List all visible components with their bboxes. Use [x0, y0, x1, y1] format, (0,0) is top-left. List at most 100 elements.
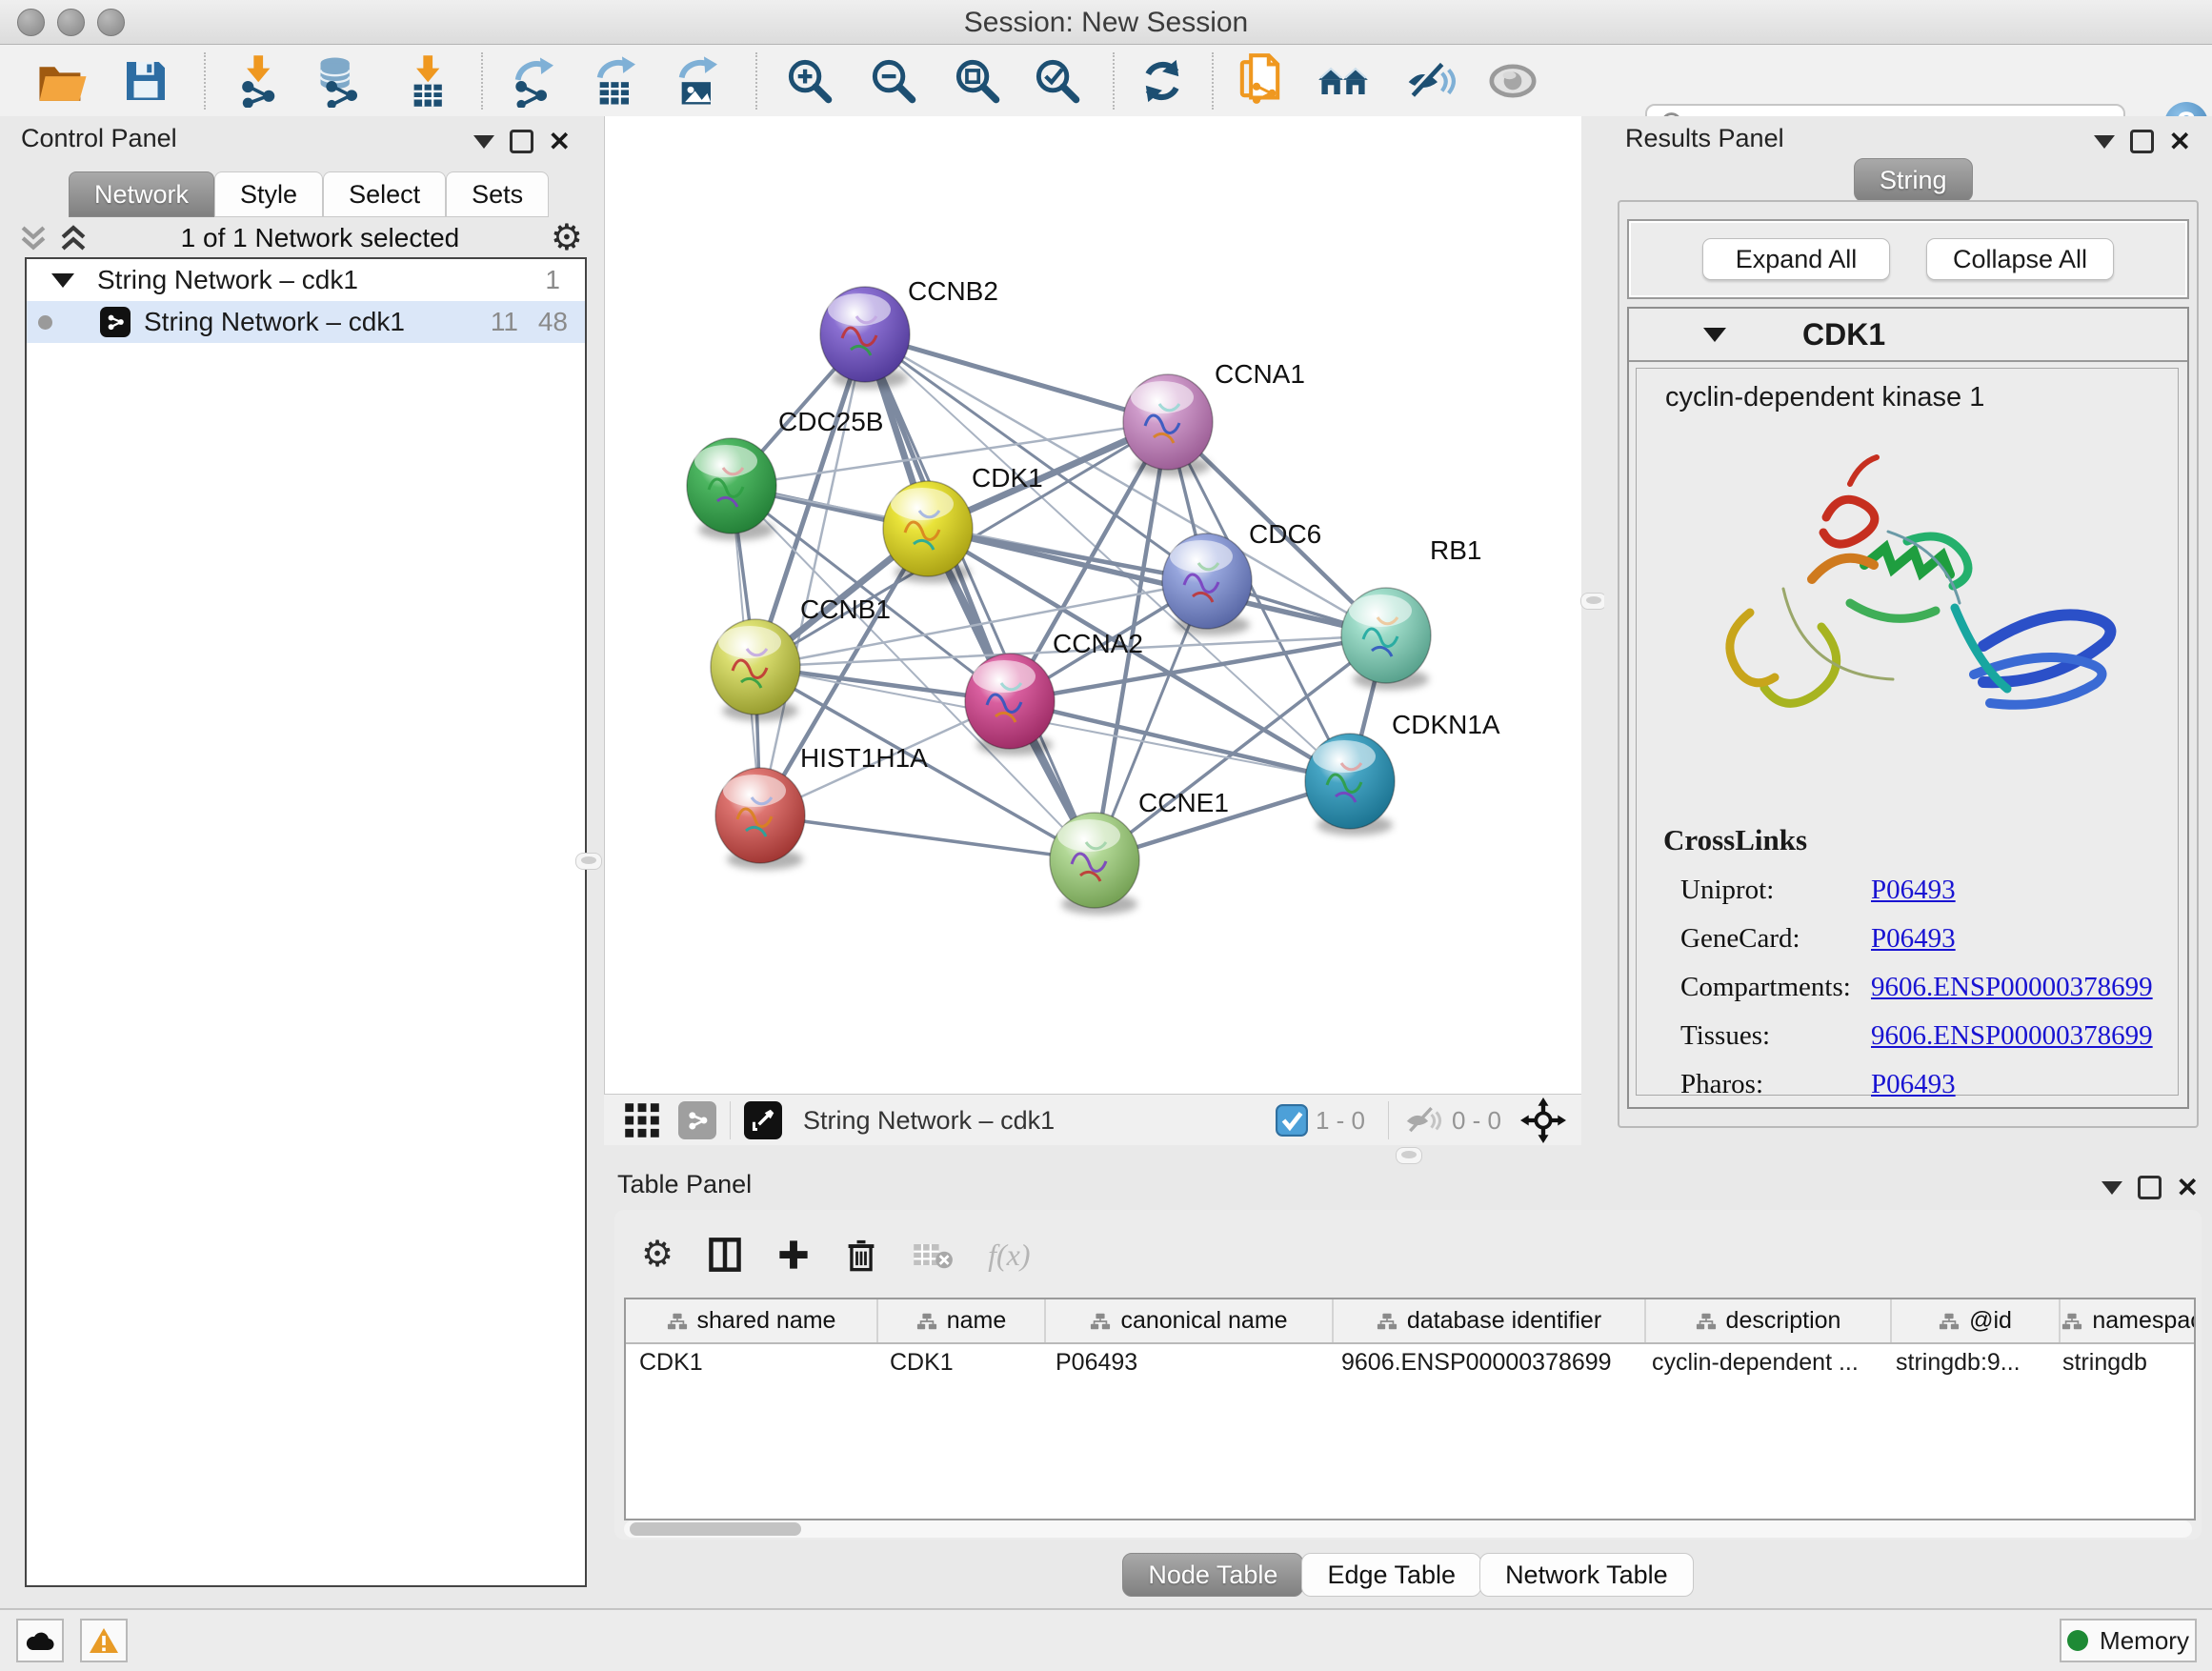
import-network-database-button[interactable]: [311, 54, 364, 108]
tab-select[interactable]: Select: [323, 171, 446, 217]
memory-button[interactable]: Memory: [2060, 1619, 2197, 1662]
network-edge[interactable]: [760, 815, 1095, 860]
network-edge[interactable]: [865, 334, 1168, 422]
save-icon: [122, 57, 170, 105]
network-node-hist1h1a[interactable]: [715, 768, 805, 870]
network-edge[interactable]: [1010, 701, 1350, 781]
tab-string[interactable]: String: [1854, 158, 1973, 202]
tab-style[interactable]: Style: [214, 171, 323, 217]
tab-edge-table[interactable]: Edge Table: [1301, 1553, 1481, 1597]
tree-expand-icon[interactable]: [51, 273, 74, 288]
delete-icon[interactable]: [845, 1237, 877, 1273]
network-node-ccnb1[interactable]: [711, 619, 800, 721]
panel-float-icon[interactable]: [510, 130, 533, 153]
column-header-id[interactable]: @id: [1892, 1299, 2061, 1342]
column-header-shared-name[interactable]: shared name: [626, 1299, 878, 1342]
collapse-all-icon[interactable]: [17, 224, 50, 252]
zoom-out-button[interactable]: [867, 54, 920, 108]
crosslink-link[interactable]: 9606.ENSP00000378699: [1871, 972, 2153, 1003]
network-share-icon[interactable]: [678, 1101, 716, 1139]
save-session-button[interactable]: [119, 54, 172, 108]
collapse-all-button[interactable]: Collapse All: [1926, 238, 2114, 280]
new-network-from-selection-button[interactable]: [1237, 54, 1290, 108]
cloud-status-button[interactable]: [16, 1619, 64, 1662]
tab-sets[interactable]: Sets: [446, 171, 549, 217]
import-network-file-button[interactable]: [231, 54, 284, 108]
column-header-name[interactable]: name: [878, 1299, 1046, 1342]
splitter-handle[interactable]: [1396, 1147, 1422, 1164]
network-list-options-icon[interactable]: ⚙: [551, 220, 583, 256]
network-view-canvas[interactable]: CCNB2CCNA1CDC25BCDK1CDC6RB1CCNB1CCNA2CDK…: [604, 116, 1583, 1094]
network-node-cdc25b[interactable]: [687, 438, 776, 540]
network-node-rb1[interactable]: [1341, 588, 1431, 690]
gene-collapse-icon[interactable]: [1703, 328, 1726, 342]
apply-layout-button[interactable]: [1136, 54, 1189, 108]
splitter-handle[interactable]: [1580, 593, 1607, 610]
node-table[interactable]: shared namenamecanonical namedatabase id…: [624, 1298, 2196, 1520]
network-row[interactable]: String Network – cdk1 11 48: [27, 301, 585, 343]
export-table-button[interactable]: [589, 54, 642, 108]
panel-close-icon[interactable]: ✕: [549, 132, 571, 151]
panel-float-icon[interactable]: [2130, 130, 2154, 153]
tab-network[interactable]: Network: [69, 171, 214, 217]
crosslink-link[interactable]: P06493: [1871, 1069, 1956, 1100]
table-cell[interactable]: 9606.ENSP00000378699: [1328, 1344, 1639, 1380]
panel-collapse-icon[interactable]: [2094, 135, 2115, 149]
tab-network-table[interactable]: Network Table: [1479, 1553, 1694, 1597]
column-header-namespace[interactable]: namespace: [2061, 1299, 2196, 1342]
import-table-button[interactable]: [400, 54, 453, 108]
crosslink-link[interactable]: P06493: [1871, 875, 1956, 906]
panel-collapse-icon[interactable]: [473, 135, 494, 149]
crosslink-link[interactable]: P06493: [1871, 923, 1956, 955]
table-cell[interactable]: CDK1: [626, 1344, 876, 1380]
open-in-window-icon[interactable]: [744, 1101, 782, 1139]
hidden-eye-icon[interactable]: [1402, 1103, 1444, 1137]
network-node-ccnb2[interactable]: [820, 287, 910, 389]
table-cell[interactable]: stringdb: [2049, 1344, 2196, 1380]
table-cell[interactable]: CDK1: [876, 1344, 1042, 1380]
table-cell[interactable]: P06493: [1042, 1344, 1328, 1380]
show-all-button[interactable]: [1486, 54, 1539, 108]
table-row[interactable]: CDK1CDK1P064939606.ENSP00000378699cyclin…: [626, 1344, 2194, 1380]
splitter-handle[interactable]: [575, 853, 602, 870]
graphics-details-button[interactable]: [1317, 54, 1370, 108]
network-node-cdkn1a[interactable]: [1305, 734, 1395, 836]
add-column-icon[interactable]: [776, 1238, 811, 1272]
export-network-button[interactable]: [507, 54, 560, 108]
selected-checkbox-icon[interactable]: [1276, 1104, 1308, 1137]
network-collection-row[interactable]: String Network – cdk1 1: [27, 259, 585, 301]
table-hscrollbar[interactable]: [624, 1520, 2192, 1538]
crosslink-link[interactable]: 9606.ENSP00000378699: [1871, 1020, 2153, 1052]
hide-selected-button[interactable]: [1404, 54, 1458, 108]
export-image-button[interactable]: [671, 54, 724, 108]
column-header-canonical-name[interactable]: canonical name: [1046, 1299, 1334, 1342]
panel-close-icon[interactable]: ✕: [2169, 132, 2191, 151]
zoom-in-button[interactable]: [783, 54, 836, 108]
gene-header-row[interactable]: CDK1: [1629, 309, 2187, 362]
panel-float-icon[interactable]: [2138, 1176, 2162, 1199]
zoom-fit-button[interactable]: [951, 54, 1004, 108]
vertical-splitter[interactable]: [1581, 116, 1604, 1145]
panel-collapse-icon[interactable]: [2101, 1181, 2122, 1195]
column-header-description[interactable]: description: [1646, 1299, 1892, 1342]
network-node-cdk1[interactable]: [883, 481, 973, 583]
table-cell[interactable]: stringdb:9...: [1882, 1344, 2049, 1380]
network-graph[interactable]: CCNB2CCNA1CDC25BCDK1CDC6RB1CCNB1CCNA2CDK…: [605, 116, 1582, 1094]
expand-all-button[interactable]: Expand All: [1702, 238, 1890, 280]
warnings-button[interactable]: [80, 1619, 128, 1662]
network-edge[interactable]: [865, 334, 1095, 860]
grid-view-icon[interactable]: [623, 1101, 661, 1139]
open-session-button[interactable]: [36, 54, 90, 108]
fit-selected-crosshair-icon[interactable]: [1520, 1097, 1566, 1143]
table-options-icon[interactable]: ⚙: [641, 1237, 674, 1273]
network-node-ccna1[interactable]: [1123, 374, 1213, 476]
show-columns-icon[interactable]: [708, 1237, 742, 1273]
expand-all-icon[interactable]: [57, 224, 90, 252]
column-header-database-identifier[interactable]: database identifier: [1334, 1299, 1646, 1342]
zoom-selected-button[interactable]: [1031, 54, 1084, 108]
panel-close-icon[interactable]: ✕: [2177, 1178, 2199, 1198]
table-cell[interactable]: cyclin-dependent ...: [1639, 1344, 1882, 1380]
network-node-ccne1[interactable]: [1050, 813, 1139, 915]
table-hscrollbar-thumb[interactable]: [630, 1522, 801, 1536]
tab-node-table[interactable]: Node Table: [1122, 1553, 1303, 1597]
